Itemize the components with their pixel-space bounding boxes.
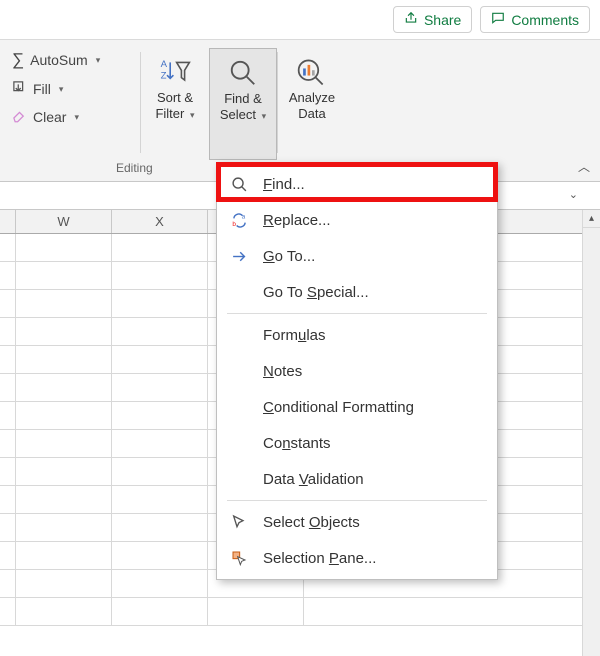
sort-filter-label2: Filter (155, 106, 184, 121)
clear-button[interactable]: Clear ▾ (8, 106, 132, 128)
menu-selection-pane-label: Selection Pane... (263, 550, 376, 567)
share-icon (404, 11, 418, 28)
menu-goto-special[interactable]: Go To Special... (217, 274, 497, 310)
vertical-scrollbar[interactable]: ▴ (582, 210, 600, 656)
colhead-edge (0, 210, 16, 233)
menu-notes[interactable]: Notes (217, 353, 497, 389)
sort-filter-button[interactable]: A Z Sort & Filter ▾ (141, 48, 209, 160)
menu-goto[interactable]: Go To... (217, 238, 497, 274)
search-icon (229, 176, 249, 193)
menu-notes-label: Notes (263, 363, 302, 380)
find-select-button[interactable]: Find & Select ▾ (209, 48, 277, 160)
chevron-down-icon: ▾ (74, 112, 79, 123)
chevron-down-icon: ▾ (59, 84, 64, 95)
analyze-label1: Analyze (289, 90, 335, 105)
fill-icon (12, 80, 27, 98)
title-bar: Share Comments (0, 0, 600, 40)
analyze-data-icon (296, 54, 328, 90)
fill-label: Fill (33, 81, 51, 97)
share-button[interactable]: Share (393, 6, 472, 33)
scroll-up-icon[interactable]: ▴ (583, 210, 600, 228)
autosum-label: AutoSum (30, 52, 88, 68)
menu-select-objects[interactable]: Select Objects (217, 504, 497, 540)
sort-filter-icon: A Z (159, 54, 191, 90)
menu-goto-label: Go To... (263, 248, 315, 265)
menu-separator (227, 500, 487, 501)
chevron-down-icon: ▾ (190, 110, 195, 120)
share-label: Share (424, 12, 461, 28)
menu-replace-label: Replace... (263, 212, 331, 229)
menu-find[interactable]: Find... (217, 166, 497, 202)
menu-goto-special-label: Go To Special... (263, 284, 369, 301)
menu-data-validation[interactable]: Data Validation (217, 461, 497, 497)
menu-conditional-formatting[interactable]: Conditional Formatting (217, 389, 497, 425)
svg-text:Z: Z (161, 70, 167, 81)
find-select-menu: Find... ba Replace... Go To... Go To Spe… (216, 162, 498, 580)
menu-constants[interactable]: Constants (217, 425, 497, 461)
find-select-label2: Select (220, 107, 256, 122)
column-header[interactable]: W (16, 210, 112, 233)
menu-separator (227, 313, 487, 314)
menu-find-label: Find... (263, 176, 305, 193)
analyze-data-button[interactable]: Analyze Data (278, 48, 346, 160)
menu-replace[interactable]: ba Replace... (217, 202, 497, 238)
svg-text:b: b (232, 221, 236, 228)
comment-icon (491, 11, 505, 28)
fill-button[interactable]: Fill ▾ (8, 78, 132, 100)
menu-datavalidation-label: Data Validation (263, 471, 364, 488)
menu-constants-label: Constants (263, 435, 331, 452)
replace-icon: ba (229, 212, 249, 229)
chevron-down-icon: ▾ (96, 55, 101, 66)
svg-text:a: a (241, 213, 245, 220)
collapse-ribbon-icon[interactable]: ︿ (578, 158, 590, 175)
column-header[interactable]: X (112, 210, 208, 233)
ribbon: ∑ AutoSum ▾ Fill ▾ Clear ▾ A Z (0, 40, 600, 182)
menu-selection-pane[interactable]: Selection Pane... (217, 540, 497, 576)
namebox-dropdown-icon[interactable]: ⌄ (569, 188, 578, 201)
menu-formulas[interactable]: Formulas (217, 317, 497, 353)
menu-select-objects-label: Select Objects (263, 514, 360, 531)
comments-label: Comments (511, 12, 579, 28)
comments-button[interactable]: Comments (480, 6, 590, 33)
sigma-icon: ∑ (12, 50, 24, 70)
menu-conditional-label: Conditional Formatting (263, 399, 414, 416)
menu-formulas-label: Formulas (263, 327, 326, 344)
svg-text:A: A (161, 59, 168, 70)
selection-pane-icon (229, 550, 249, 566)
find-select-icon (228, 55, 258, 91)
goto-icon (229, 248, 249, 265)
chevron-down-icon: ▾ (262, 111, 267, 121)
analyze-label2: Data (298, 106, 325, 121)
group-label-editing: Editing (116, 161, 153, 175)
autosum-button[interactable]: ∑ AutoSum ▾ (8, 48, 132, 72)
cursor-icon (229, 514, 249, 530)
find-select-label1: Find & (224, 91, 262, 106)
clear-label: Clear (33, 109, 66, 125)
eraser-icon (12, 108, 27, 126)
autosum-group: ∑ AutoSum ▾ Fill ▾ Clear ▾ (0, 48, 140, 128)
sort-filter-label1: Sort & (157, 90, 193, 105)
